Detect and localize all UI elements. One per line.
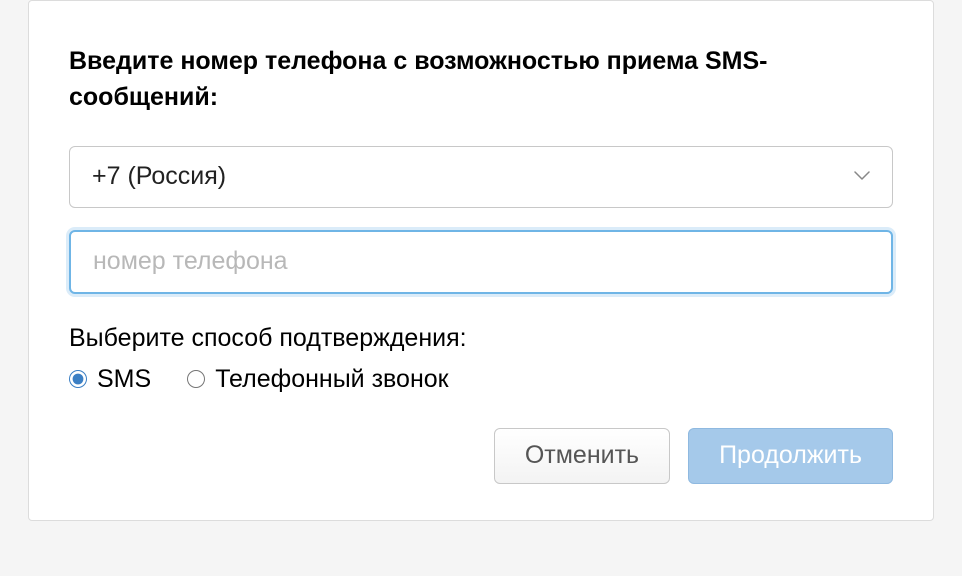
continue-button[interactable]: Продолжить: [688, 428, 893, 484]
radio-option-call[interactable]: Телефонный звонок: [187, 365, 448, 394]
radio-option-sms[interactable]: SMS: [69, 365, 151, 394]
verification-method-label: Выберите способ подтверждения:: [69, 324, 893, 353]
country-code-selected: +7 (Россия): [92, 162, 226, 191]
cancel-button[interactable]: Отменить: [494, 428, 670, 484]
phone-entry-dialog: Введите номер телефона с возможностью пр…: [28, 0, 934, 521]
button-row: Отменить Продолжить: [69, 428, 893, 484]
instruction-text: Введите номер телефона с возможностью пр…: [69, 43, 893, 116]
radio-sms-label: SMS: [97, 365, 151, 394]
chevron-down-icon: [854, 168, 870, 186]
phone-number-input[interactable]: [69, 230, 893, 294]
country-code-select[interactable]: +7 (Россия): [69, 146, 893, 208]
radio-sms[interactable]: [69, 370, 87, 388]
radio-call-label: Телефонный звонок: [215, 365, 448, 394]
verification-method-group: SMS Телефонный звонок: [69, 365, 893, 394]
radio-call[interactable]: [187, 370, 205, 388]
